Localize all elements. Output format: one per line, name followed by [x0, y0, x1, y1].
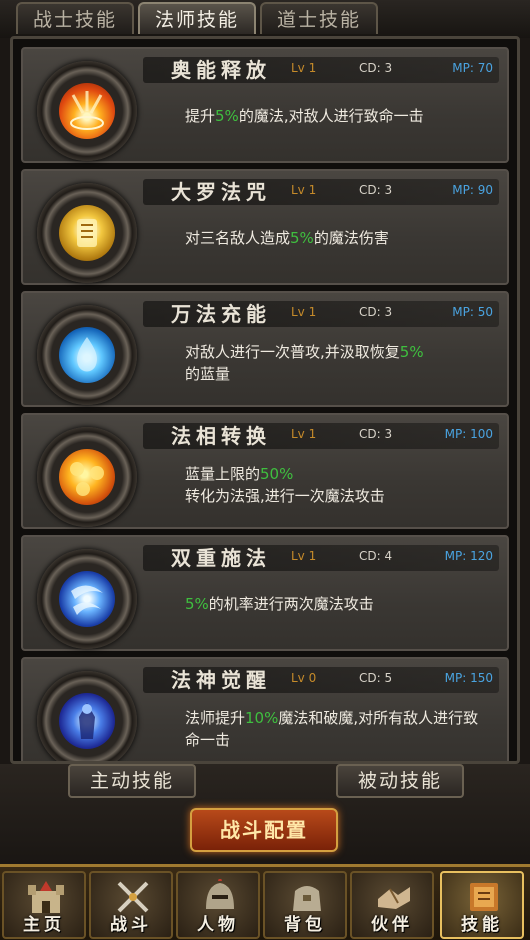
skill-cooldown: CD: 3 [359, 427, 393, 441]
skill-name: 法相转换 [171, 424, 271, 448]
skill-level: Lv 0 [291, 671, 317, 685]
skill-name: 双重施法 [171, 546, 271, 570]
nav-character[interactable]: 人物 [176, 871, 260, 939]
skill-mp-cost: MP: 120 [444, 549, 493, 563]
skill-list-panel[interactable]: 奥能释放 Lv 1 CD: 3 MP: 70 提升5%的魔法,对敌人进行致命一击… [10, 36, 520, 764]
skill-icon-frame [37, 183, 137, 283]
skill-icon-frame [37, 305, 137, 405]
mage-awakening-icon [59, 693, 115, 749]
skill-description: 提升5%的魔法,对敌人进行致命一击 [185, 107, 424, 125]
double-cast-icon [59, 571, 115, 627]
bottom-nav: 主页 战斗 人物 背包 伙伴 技能 [0, 864, 530, 940]
skill-icon-frame [37, 671, 137, 761]
skill-description: 对敌人进行一次普攻,并汲取恢复5% 的蓝量 [185, 343, 424, 383]
skill-card[interactable]: 双重施法 Lv 1 CD: 4 MP: 120 5%的机率进行两次魔法攻击 [21, 535, 509, 651]
nav-label: 战斗 [110, 915, 152, 935]
skill-icon-frame [37, 427, 137, 527]
skill-level: Lv 1 [291, 183, 317, 197]
nav-label: 背包 [284, 915, 326, 935]
skill-card[interactable]: 法相转换 Lv 1 CD: 3 MP: 100 蓝量上限的50% 转化为法强,进行… [21, 413, 509, 529]
skill-level: Lv 1 [291, 305, 317, 319]
mana-charge-icon [59, 327, 115, 383]
active-skills-button[interactable]: 主动技能 [68, 764, 196, 798]
nav-label: 伙伴 [371, 915, 413, 935]
skill-icon-frame [37, 549, 137, 649]
skill-name: 大罗法咒 [171, 180, 271, 204]
nav-label: 人物 [197, 915, 239, 935]
skill-card[interactable]: 法神觉醒 Lv 0 CD: 5 MP: 150 法师提升10%魔法和破魔,对所有… [21, 657, 509, 761]
skill-name: 万法充能 [171, 302, 271, 326]
skill-description: 法师提升10%魔法和破魔,对所有敌人进行致命一击 [185, 709, 479, 749]
skill-class-tabs: 战士技能 法师技能 道士技能 [0, 0, 530, 38]
skill-description: 蓝量上限的50% 转化为法强,进行一次魔法攻击 [185, 465, 385, 505]
skill-icon-frame [37, 61, 137, 161]
skill-level: Lv 1 [291, 549, 317, 563]
skill-cooldown: CD: 4 [359, 549, 393, 563]
skill-card[interactable]: 奥能释放 Lv 1 CD: 3 MP: 70 提升5%的魔法,对敌人进行致命一击 [21, 47, 509, 163]
skill-mp-cost: MP: 100 [444, 427, 493, 441]
nav-home[interactable]: 主页 [2, 871, 86, 939]
great-spell-icon [59, 205, 115, 261]
battle-config-button[interactable]: 战斗配置 [190, 808, 338, 852]
nav-label: 技能 [461, 915, 503, 935]
skill-name: 法神觉醒 [171, 668, 271, 692]
tab-mage-skills[interactable]: 法师技能 [138, 2, 256, 34]
skill-mode-bar: 主动技能 被动技能 战斗配置 [0, 764, 530, 864]
skill-cooldown: CD: 3 [359, 61, 393, 75]
passive-skills-button[interactable]: 被动技能 [336, 764, 464, 798]
tab-warrior-skills[interactable]: 战士技能 [16, 2, 134, 34]
skill-card[interactable]: 万法充能 Lv 1 CD: 3 MP: 50 对敌人进行一次普攻,并汲取恢复5%… [21, 291, 509, 407]
skill-level: Lv 1 [291, 61, 317, 75]
skill-name: 奥能释放 [171, 58, 271, 82]
skill-cooldown: CD: 3 [359, 305, 393, 319]
skill-card[interactable]: 大罗法咒 Lv 1 CD: 3 MP: 90 对三名敌人造成5%的魔法伤害 [21, 169, 509, 285]
nav-battle[interactable]: 战斗 [89, 871, 173, 939]
tab-taoist-skills[interactable]: 道士技能 [260, 2, 378, 34]
skill-cooldown: CD: 3 [359, 183, 393, 197]
mana-convert-icon [59, 449, 115, 505]
skill-description: 5%的机率进行两次魔法攻击 [185, 595, 374, 613]
skill-mp-cost: MP: 50 [452, 305, 493, 319]
skill-level: Lv 1 [291, 427, 317, 441]
arcane-release-icon [59, 83, 115, 139]
nav-partners[interactable]: 伙伴 [350, 871, 434, 939]
skill-cooldown: CD: 5 [359, 671, 393, 685]
nav-skills[interactable]: 技能 [440, 871, 524, 939]
skill-mp-cost: MP: 150 [444, 671, 493, 685]
nav-bag[interactable]: 背包 [263, 871, 347, 939]
nav-label: 主页 [23, 915, 65, 935]
skill-mp-cost: MP: 70 [452, 61, 493, 75]
skill-mp-cost: MP: 90 [452, 183, 493, 197]
skill-description: 对三名敌人造成5%的魔法伤害 [185, 229, 389, 247]
